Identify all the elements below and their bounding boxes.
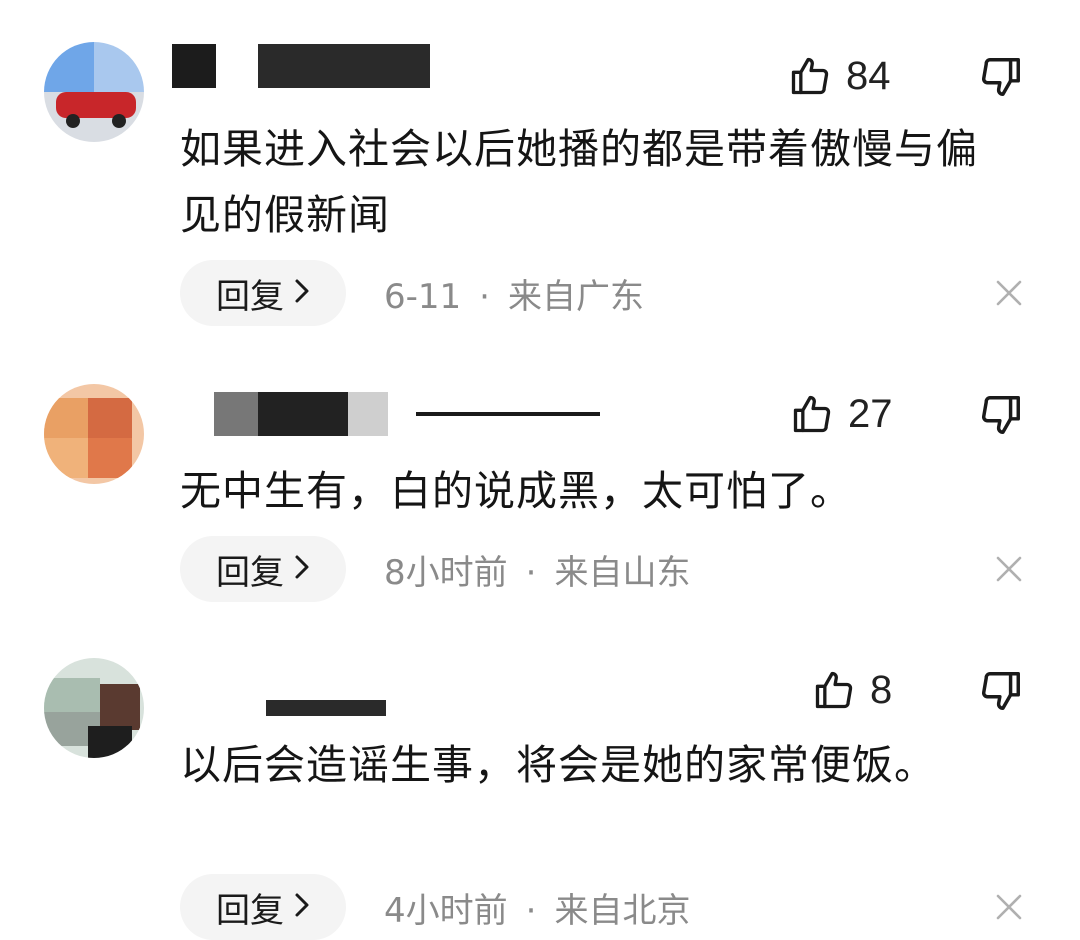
comment-time: 4小时前 [384, 890, 508, 931]
meta-separator: · [525, 890, 537, 931]
comment-meta: 4小时前 · 来自北京 [384, 883, 690, 932]
username-redacted [172, 686, 402, 730]
comment-location: 来自北京 [554, 890, 691, 931]
thumbs-up-icon [812, 668, 856, 712]
like-count: 8 [870, 668, 893, 712]
reply-label: 回复 [216, 890, 284, 931]
avatar[interactable] [44, 658, 144, 758]
close-icon[interactable] [994, 892, 1024, 922]
reply-button[interactable]: 回复 [180, 874, 346, 940]
comment-item: 8 以后会造谣生事，将会是她的家常便饭。 回复 4小时前 · 来自北京 [0, 0, 1080, 940]
comment-text: 以后会造谣生事，将会是她的家常便饭。 [180, 741, 936, 789]
like-button[interactable]: 8 [812, 660, 892, 720]
chevron-right-icon [294, 887, 310, 927]
thumbs-down-icon[interactable] [978, 668, 1024, 714]
